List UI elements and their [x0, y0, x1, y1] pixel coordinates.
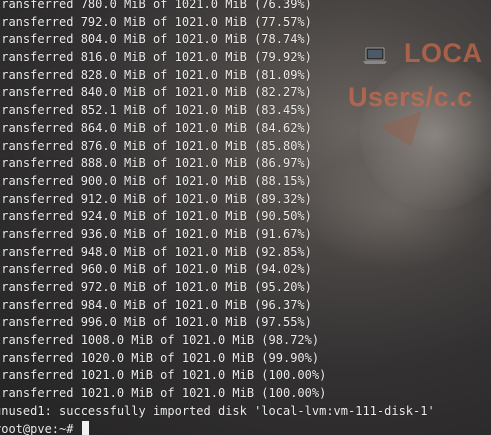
terminal-line: transferred 936.0 MiB of 1021.0 MiB (91.… — [0, 226, 312, 241]
text-cursor — [81, 420, 89, 435]
terminal-line: transferred 924.0 MiB of 1021.0 MiB (90.… — [0, 209, 312, 224]
terminal-line: transferred 984.0 MiB of 1021.0 MiB (96.… — [0, 297, 312, 312]
terminal-line: transferred 1021.0 MiB of 1021.0 MiB (10… — [0, 386, 327, 401]
terminal-line: transferred 996.0 MiB of 1021.0 MiB (97.… — [0, 315, 312, 330]
terminal-line: transferred 1008.0 MiB of 1021.0 MiB (98… — [0, 333, 320, 348]
terminal-line: transferred 828.0 MiB of 1021.0 MiB (81.… — [0, 67, 312, 82]
shell-prompt-line[interactable]: root@pve:~# — [0, 420, 491, 435]
terminal-window[interactable]: LOCA Users/c.c transferred 780.0 MiB of … — [0, 0, 491, 435]
terminal-line: transferred 960.0 MiB of 1021.0 MiB (94.… — [0, 262, 312, 277]
terminal-line: transferred 864.0 MiB of 1021.0 MiB (84.… — [0, 120, 312, 135]
terminal-line: transferred 1021.0 MiB of 1021.0 MiB (10… — [0, 368, 327, 383]
terminal-line: transferred 852.1 MiB of 1021.0 MiB (83.… — [0, 103, 312, 118]
terminal-line: transferred 900.0 MiB of 1021.0 MiB (88.… — [0, 173, 312, 188]
terminal-line: transferred 780.0 MiB of 1021.0 MiB (76.… — [0, 0, 312, 11]
shell-prompt: root@pve:~# — [0, 421, 81, 435]
terminal-line: transferred 912.0 MiB of 1021.0 MiB (89.… — [0, 191, 312, 206]
terminal-line: transferred 888.0 MiB of 1021.0 MiB (86.… — [0, 156, 312, 171]
terminal-line: transferred 840.0 MiB of 1021.0 MiB (82.… — [0, 85, 312, 100]
terminal-line: unused1: successfully imported disk 'loc… — [0, 403, 435, 418]
terminal-line: transferred 972.0 MiB of 1021.0 MiB (95.… — [0, 280, 312, 294]
terminal-output[interactable]: transferred 780.0 MiB of 1021.0 MiB (76.… — [0, 0, 491, 435]
terminal-line: transferred 948.0 MiB of 1021.0 MiB (92.… — [0, 244, 312, 259]
terminal-line: transferred 804.0 MiB of 1021.0 MiB (78.… — [0, 32, 312, 47]
terminal-line: transferred 1020.0 MiB of 1021.0 MiB (99… — [0, 350, 320, 365]
terminal-line: transferred 876.0 MiB of 1021.0 MiB (85.… — [0, 138, 312, 153]
terminal-line: transferred 816.0 MiB of 1021.0 MiB (79.… — [0, 50, 312, 65]
terminal-line: transferred 792.0 MiB of 1021.0 MiB (77.… — [0, 14, 312, 29]
